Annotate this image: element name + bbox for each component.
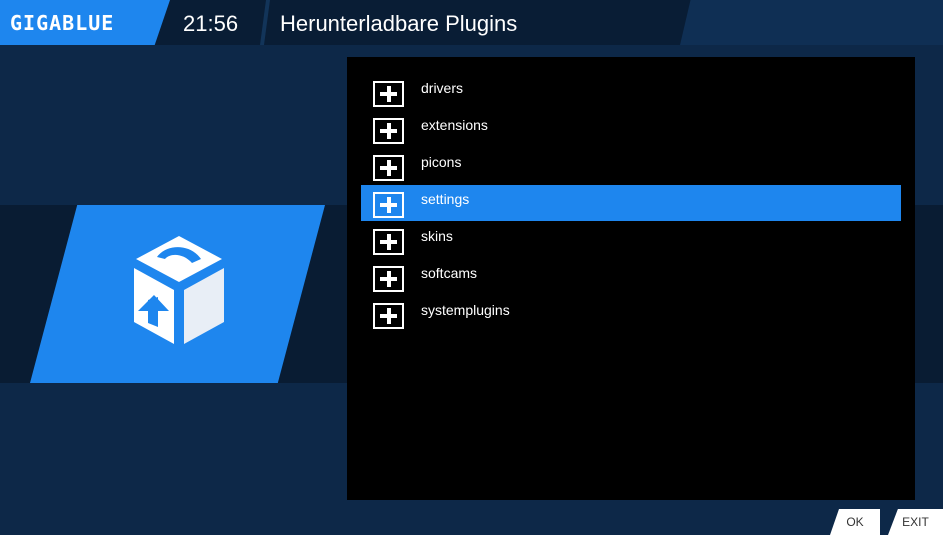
brand-logo: GIGABLUE: [10, 11, 115, 35]
exit-button[interactable]: EXIT: [888, 509, 943, 535]
plus-box-icon: [373, 192, 404, 218]
plugin-category-item[interactable]: picons: [361, 148, 901, 184]
header-separator: [260, 0, 270, 45]
category-label: drivers: [421, 80, 464, 96]
plugin-category-item[interactable]: systemplugins: [361, 296, 901, 332]
plus-box-icon: [373, 266, 404, 292]
category-label: systemplugins: [421, 302, 510, 318]
category-label: settings: [421, 191, 470, 207]
title-bar-end: [680, 0, 943, 45]
plugin-cube-icon: [134, 236, 224, 344]
plus-box-icon: [373, 303, 404, 329]
page-title: Herunterladbare Plugins: [280, 11, 518, 36]
category-label: skins: [421, 228, 453, 244]
brand-tab: GIGABLUE: [0, 0, 170, 45]
category-label: picons: [421, 154, 462, 170]
category-label: softcams: [421, 265, 478, 281]
plugin-category-item[interactable]: softcams: [361, 259, 901, 295]
plugin-category-item[interactable]: skins: [361, 222, 901, 258]
category-label: extensions: [421, 117, 488, 133]
clock: 21:56: [183, 11, 239, 36]
plus-box-icon: [373, 155, 404, 181]
plus-box-icon: [373, 118, 404, 144]
plugin-category-item[interactable]: settings: [361, 185, 901, 221]
plugin-category-item[interactable]: extensions: [361, 111, 901, 147]
plus-box-icon: [373, 229, 404, 255]
plus-box-icon: [373, 81, 404, 107]
top-bar: GIGABLUE 21:56 Herunterladbare Plugins: [0, 0, 943, 45]
plugin-category-item[interactable]: drivers: [361, 74, 901, 110]
footer-bar: OK EXIT: [0, 509, 943, 535]
plugin-list: drivers extensions picons settings skins soft…: [347, 57, 915, 500]
ok-button[interactable]: OK: [830, 509, 880, 535]
